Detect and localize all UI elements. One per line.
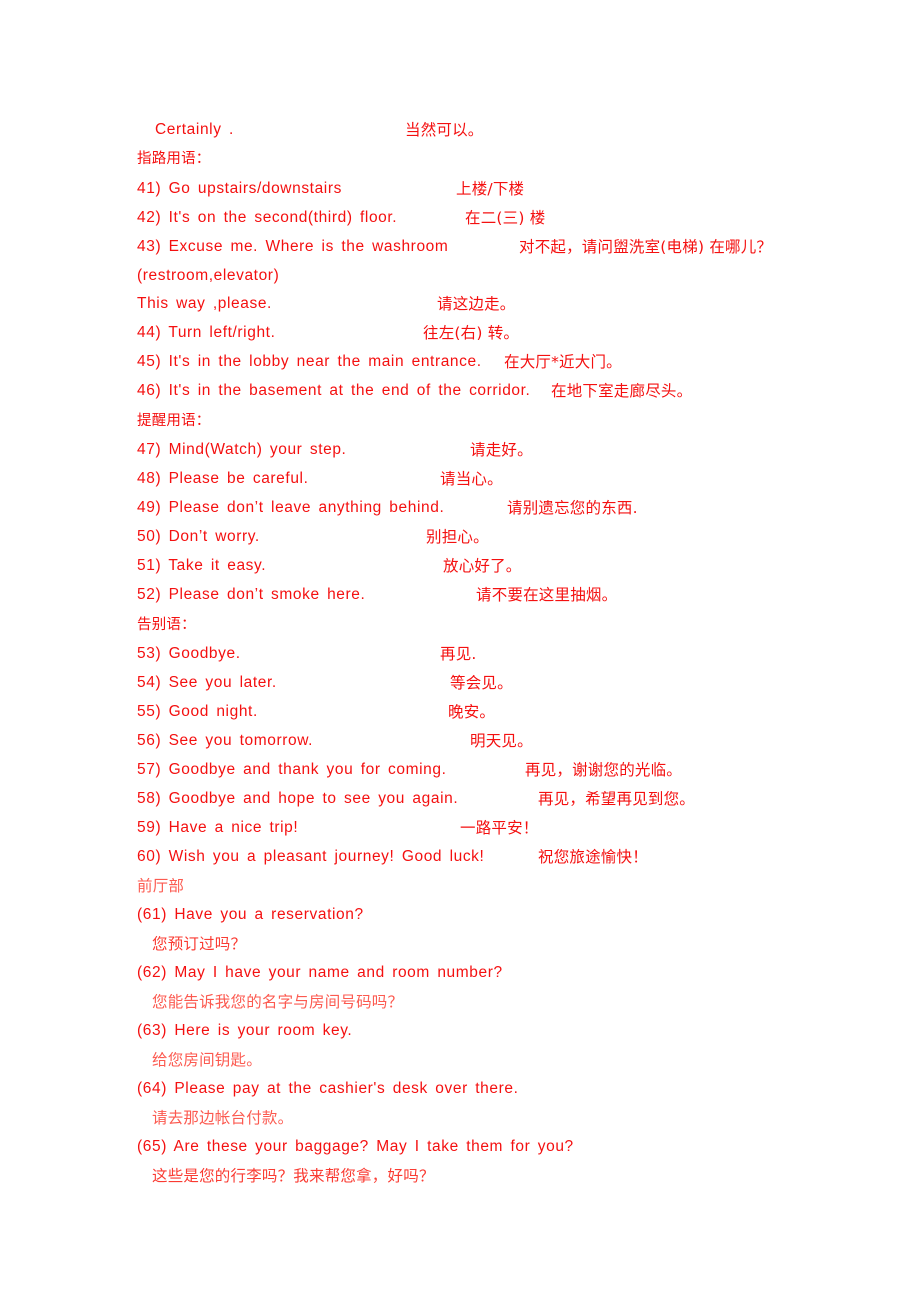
phrase-english-thisway: This way ,please. (137, 295, 272, 312)
phrase-english-item-41: 41) Go upstairs/downstairs (137, 180, 342, 197)
phrase-chinese-header-4: 前厅部 (137, 877, 185, 895)
phrase-chinese-item-62-zh: 您能告诉我您的名字与房间号码吗？ (152, 993, 404, 1011)
phrase-chinese-item-54: 等会见。 (450, 674, 513, 692)
phrase-english-item-43: 43) Excuse me. Where is the washroom (137, 238, 449, 255)
phrase-english-item-57: 57) Goodbye and thank you for coming. (137, 761, 447, 778)
phrase-english-item-59: 59) Have a nice trip! (137, 819, 299, 836)
phrase-chinese-item-65-zh: 这些是您的行李吗？我来帮您拿，好吗？ (152, 1167, 435, 1185)
phrase-chinese-item-49: 请别遗忘您的东西. (507, 499, 638, 517)
phrase-english-item-65: (65) Are these your baggage? May I take … (137, 1138, 574, 1155)
phrase-chinese-item-61-zh: 您预订过吗？ (152, 935, 247, 953)
phrase-english-item-53: 53) Goodbye. (137, 645, 241, 662)
phrase-english-item-61: (61) Have you a reservation? (137, 906, 364, 923)
phrase-english-item-43b: (restroom,elevator) (137, 267, 280, 284)
phrase-chinese-item-50: 别担心。 (426, 528, 489, 546)
phrase-chinese-item-57: 再见，谢谢您的光临。 (525, 761, 683, 779)
phrase-chinese-item-41: 上楼/下楼 (456, 180, 525, 198)
phrase-chinese-item-42: 在二(三) 楼 (465, 209, 546, 227)
document-page: Certainly . 当然可以。指路用语： 41) Go upstairs/dow… (0, 0, 920, 1302)
phrase-chinese-item-44: 往左(右) 转。 (423, 324, 520, 342)
phrase-english-item-58: 58) Goodbye and hope to see you again. (137, 790, 459, 807)
phrase-chinese-item-60: 祝您旅途愉快！ (538, 848, 648, 866)
phrase-english-item-49: 49) Please don’t leave anything behind. (137, 499, 445, 516)
phrase-chinese-item-47: 请走好。 (470, 441, 533, 459)
phrase-chinese-item-51: 放心好了。 (443, 557, 522, 575)
section-header-header-2: 提醒用语： (137, 413, 211, 429)
phrase-chinese-item-64-zh: 请去那边帐台付款。 (152, 1109, 294, 1127)
phrase-english-item-62: (62) May I have your name and room numbe… (137, 964, 503, 981)
phrase-english-item-60: 60) Wish you a pleasant journey! Good lu… (137, 848, 485, 865)
phrase-english-item-51: 51) Take it easy. (137, 557, 267, 574)
phrase-chinese-item-46: 在地下室走廊尽头。 (551, 382, 693, 400)
phrase-english-item-42: 42) It's on the second(third) floor. (137, 209, 398, 226)
phrase-english-item-44: 44) Turn left/right. (137, 324, 276, 341)
section-header-header-3: 告别语： (137, 617, 196, 633)
phrase-chinese-item-45: 在大厅*近大门。 (504, 353, 622, 371)
phrase-chinese-item-58: 再见，希望再见到您。 (538, 790, 696, 808)
phrase-english-item-54: 54) See you later. (137, 674, 277, 691)
phrase-english-item-45: 45) It's in the lobby near the main entr… (137, 353, 482, 370)
phrase-english-item-47: 47) Mind(Watch) your step. (137, 441, 347, 458)
phrase-chinese-item-55: 晚安。 (448, 703, 496, 721)
phrase-english-item-50: 50) Don’t worry. (137, 528, 260, 545)
phrase-chinese-item-63-zh: 给您房间钥匙。 (152, 1051, 262, 1069)
phrase-chinese-certainly: 当然可以。 (405, 121, 484, 139)
phrase-chinese-item-52: 请不要在这里抽烟。 (476, 586, 618, 604)
section-header-header-1: 指路用语： (137, 151, 211, 167)
phrase-english-item-48: 48) Please be careful. (137, 470, 309, 487)
phrase-chinese-item-43: 对不起，请问盥洗室(电梯) 在哪儿？ (519, 238, 773, 256)
phrase-english-item-64: (64) Please pay at the cashier's desk ov… (137, 1080, 519, 1097)
phrase-english-item-56: 56) See you tomorrow. (137, 732, 314, 749)
phrase-chinese-item-53: 再见. (440, 645, 477, 663)
phrase-english-item-55: 55) Good night. (137, 703, 258, 720)
phrase-chinese-item-59: 一路平安！ (460, 819, 539, 837)
phrase-chinese-item-56: 明天见。 (470, 732, 533, 750)
phrase-chinese-item-48: 请当心。 (440, 470, 503, 488)
phrase-english-certainly: Certainly . (155, 121, 234, 138)
phrase-english-item-52: 52) Please don’t smoke here. (137, 586, 366, 603)
phrase-chinese-thisway: 请这边走。 (437, 295, 516, 313)
phrase-english-item-46: 46) It's in the basement at the end of t… (137, 382, 531, 399)
phrase-english-item-63: (63) Here is your room key. (137, 1022, 353, 1039)
